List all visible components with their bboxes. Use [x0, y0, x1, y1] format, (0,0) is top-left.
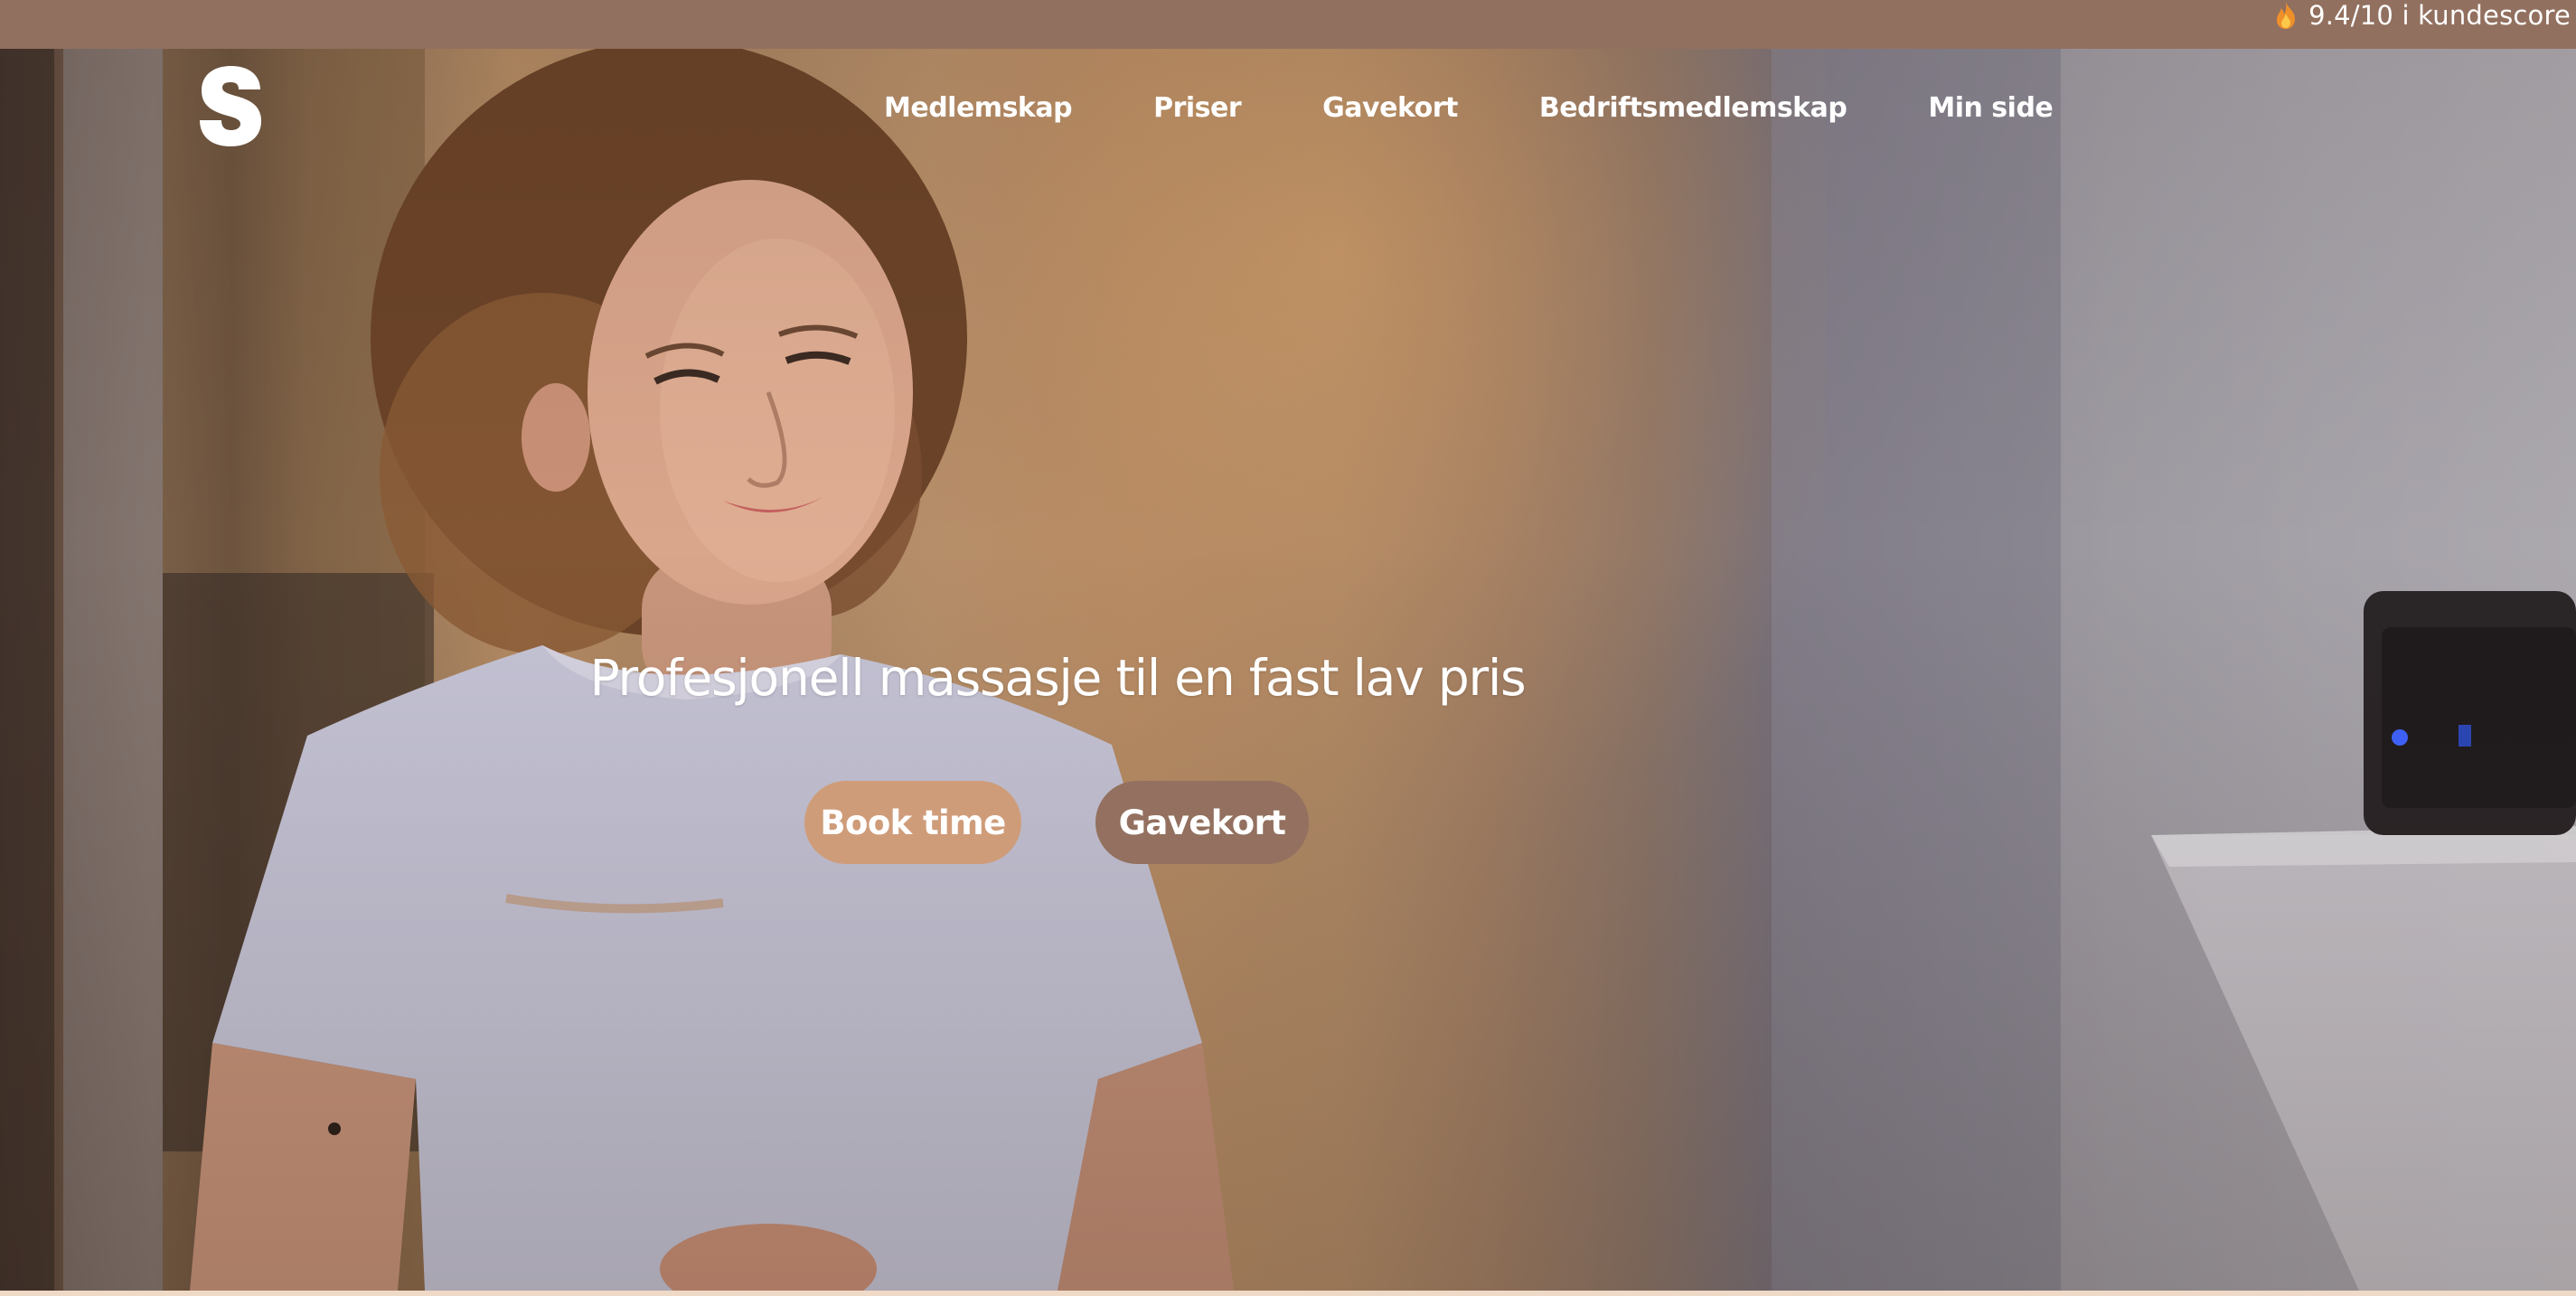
main-nav: Medlemskap Priser Gavekort Bedriftsmedle… [884, 92, 2054, 124]
flame-icon [2277, 1, 2296, 29]
page: 9.4/10 i kundescore Medlemskap Priser Ga… [0, 0, 2576, 1296]
nav-item-medlemskap[interactable]: Medlemskap [884, 92, 1073, 124]
nav-item-bedriftsmedlemskap[interactable]: Bedriftsmedlemskap [1539, 92, 1847, 124]
nav-item-priser[interactable]: Priser [1153, 92, 1242, 124]
site-header: Medlemskap Priser Gavekort Bedriftsmedle… [0, 49, 2576, 166]
customer-score-text: 9.4/10 i kundescore [2308, 0, 2571, 31]
gift-card-button[interactable]: Gavekort [1095, 781, 1309, 864]
nav-item-gavekort[interactable]: Gavekort [1322, 92, 1458, 124]
hero-headline: Profesjonell massasje til en fast lav pr… [589, 649, 1527, 707]
s-logo-icon[interactable] [199, 64, 262, 147]
book-time-button[interactable]: Book time [804, 781, 1021, 864]
page-bottom-edge [0, 1291, 2576, 1296]
nav-item-min-side[interactable]: Min side [1928, 92, 2053, 124]
announcement-bar: 9.4/10 i kundescore [0, 0, 2576, 49]
customer-score: 9.4/10 i kundescore [2272, 0, 2571, 31]
